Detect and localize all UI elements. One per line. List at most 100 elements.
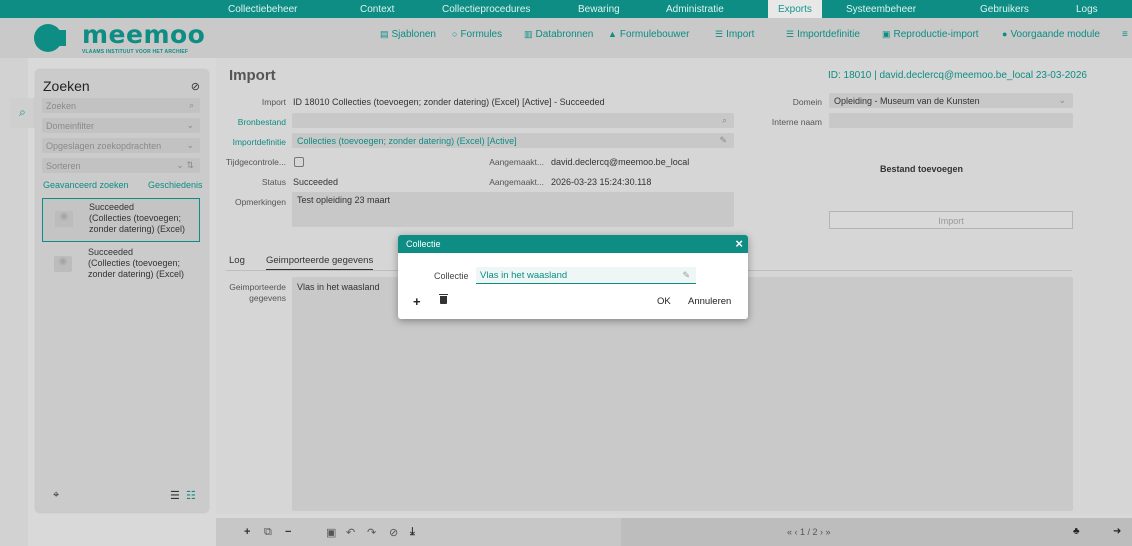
list-item[interactable]: ◉ Succeeded (Collecties (toevoegen; zond…	[42, 198, 200, 242]
chevron-down-icon: ⌄	[186, 120, 194, 130]
app-header: meemoo VLAAMS INSTITUUT VOOR HET ARCHIEF…	[0, 18, 1132, 58]
undo-icon[interactable]: ↶	[346, 526, 355, 539]
created-on-value: 2026-03-23 15:24:30.118	[551, 177, 652, 187]
sort-select[interactable]: Sorteren ⌄ ⇅	[42, 158, 200, 173]
close-icon[interactable]: ×	[735, 236, 743, 251]
copy-icon[interactable]: ⧉	[264, 526, 272, 539]
domain-select[interactable]: Opleiding - Museum van de Kunsten ⌄	[829, 93, 1073, 108]
nav-context[interactable]: Context	[360, 4, 394, 15]
chevron-down-icon: ⌄	[186, 140, 194, 150]
brand-name: meemoo	[82, 20, 206, 49]
imported-data-label: Geimporteerde gegevens	[229, 282, 286, 303]
created-on-label: Aangemaakt...	[489, 177, 544, 187]
nav-gebruikers[interactable]: Gebruikers	[980, 4, 1029, 15]
bell-icon[interactable]: ♣	[1073, 526, 1080, 537]
nav-exports[interactable]: Exports	[768, 0, 822, 18]
subnav-sjablonen[interactable]: ▤ Sjablonen	[380, 29, 436, 40]
search-tab-icon[interactable]: ⌕	[10, 98, 35, 128]
subnav-reproductie-import[interactable]: ▣ Reproductie-import	[882, 29, 979, 40]
list-icon: ☰	[786, 29, 795, 39]
graduation-cap-icon: ▲	[608, 29, 617, 39]
trash-icon[interactable]	[439, 294, 448, 304]
collection-field-label: Collectie	[434, 271, 469, 281]
image-icon: ▣	[882, 29, 891, 39]
time-check-checkbox[interactable]	[294, 157, 304, 167]
add-icon[interactable]: +	[413, 294, 421, 309]
pagination[interactable]: « ‹ 1 / 2 › »	[787, 527, 831, 537]
tab-log[interactable]: Log	[229, 255, 245, 266]
subnav-databronnen[interactable]: ▥ Databronnen	[524, 29, 593, 40]
subnav-importdefinitie[interactable]: ☰ Importdefinitie	[786, 29, 860, 40]
import-label: Import	[261, 97, 286, 107]
source-file-field[interactable]: ⌕	[292, 113, 734, 128]
cancel-icon[interactable]: ⊘	[389, 526, 398, 539]
nav-collectiebeheer[interactable]: Collectiebeheer	[228, 4, 298, 15]
circle-arrow-icon: ●	[1002, 29, 1008, 39]
camera-icon: ◉	[54, 256, 72, 272]
import-button[interactable]: Import	[829, 211, 1073, 229]
crosshair-icon[interactable]: ⌖	[53, 489, 59, 502]
nav-systeembeheer[interactable]: Systeembeheer	[846, 4, 916, 15]
tab-imported-data[interactable]: Geimporteerde gegevens	[266, 255, 374, 271]
dialog-header: Collectie ×	[398, 235, 748, 253]
clear-search-icon[interactable]: ⊘	[191, 80, 200, 93]
import-definition-label: Importdefinitie	[232, 137, 286, 147]
import-definition-field[interactable]: Collecties (toevoegen; zonder datering) …	[292, 133, 734, 148]
page-title: Import	[229, 67, 276, 84]
internal-name-label: Interne naam	[771, 117, 822, 127]
subnav-formules[interactable]: ○ Formules	[452, 29, 502, 40]
search-panel-title: Zoeken	[43, 78, 90, 94]
created-by-value: david.declercq@meemoo.be_local	[551, 157, 690, 167]
add-file-label: Bestand toevoegen	[880, 164, 964, 174]
pencil-icon[interactable]: ✎	[682, 270, 690, 281]
collection-dialog: Collectie × Collectie Vlas in het waasla…	[398, 235, 748, 319]
remarks-field[interactable]: Test opleiding 23 maart	[292, 192, 734, 227]
source-file-label: Bronbestand	[237, 117, 286, 127]
dialog-title: Collectie	[406, 239, 441, 249]
logout-icon[interactable]: ➜	[1113, 526, 1121, 537]
nav-logs[interactable]: Logs	[1076, 4, 1098, 15]
collection-field[interactable]: Vlas in het waasland ✎	[476, 267, 696, 284]
sort-order-icon[interactable]: ⌄ ⇅	[176, 160, 194, 171]
meemoo-logo-icon	[34, 24, 66, 52]
subnav-formulebouwer[interactable]: ▲ Formulebouwer	[608, 29, 689, 40]
brand-subtitle: VLAAMS INSTITUUT VOOR HET ARCHIEF	[82, 49, 189, 55]
cancel-button[interactable]: Annuleren	[688, 296, 731, 307]
search-icon[interactable]: ⌕	[722, 115, 727, 126]
nav-administratie[interactable]: Administratie	[666, 4, 724, 15]
list-item[interactable]: ◉ Succeeded (Collecties (toevoegen; zond…	[42, 244, 200, 288]
advanced-search-link[interactable]: Geavanceerd zoeken	[43, 180, 129, 190]
search-panel: Zoeken ⊘ Zoeken ⌕ Domeinfilter ⌄ Opgeslage…	[36, 70, 208, 512]
created-by-label: Aangemaakt...	[489, 157, 544, 167]
list-icon: ☰	[715, 29, 724, 39]
list-view-icon[interactable]: ☰	[170, 489, 180, 502]
domain-filter-select[interactable]: Domeinfilter ⌄	[42, 118, 200, 133]
domain-label: Domein	[792, 97, 822, 107]
nav-bewaring[interactable]: Bewaring	[578, 4, 620, 15]
status-value: Succeeded	[293, 177, 339, 187]
chevron-down-icon: ⌄	[1058, 95, 1066, 105]
download-icon[interactable]: ⤓	[410, 526, 415, 539]
time-check-label: Tijdgecontrole...	[225, 157, 286, 167]
pencil-icon[interactable]: ✎	[719, 135, 727, 146]
subnav-voorgaande-module[interactable]: ● Voorgaande module	[1002, 29, 1100, 40]
save-icon[interactable]: ▣	[326, 526, 336, 539]
search-input[interactable]: Zoeken ⌕	[42, 98, 200, 113]
nav-collectieprocedures[interactable]: Collectieprocedures	[442, 4, 530, 15]
history-link[interactable]: Geschiedenis	[148, 180, 203, 190]
detail-list-view-icon[interactable]: ☷	[186, 489, 196, 502]
saved-queries-select[interactable]: Opgeslagen zoekopdrachten ⌄	[42, 138, 200, 153]
menu-icon[interactable]: ≡	[1122, 29, 1128, 40]
template-icon: ▤	[380, 29, 389, 39]
remarks-label: Opmerkingen	[234, 197, 286, 207]
minus-icon[interactable]: −	[285, 526, 291, 538]
add-icon[interactable]: +	[244, 526, 250, 538]
top-navigation: Collectiebeheer Context Collectieprocedu…	[0, 0, 1132, 18]
ok-button[interactable]: OK	[657, 296, 671, 307]
chart-icon: ▥	[524, 29, 533, 39]
redo-icon[interactable]: ↷	[367, 526, 376, 539]
search-icon: ⌕	[188, 100, 194, 110]
subnav-import[interactable]: ☰ Import	[715, 29, 754, 40]
camera-icon: ◉	[55, 211, 73, 227]
internal-name-field[interactable]	[829, 113, 1073, 128]
